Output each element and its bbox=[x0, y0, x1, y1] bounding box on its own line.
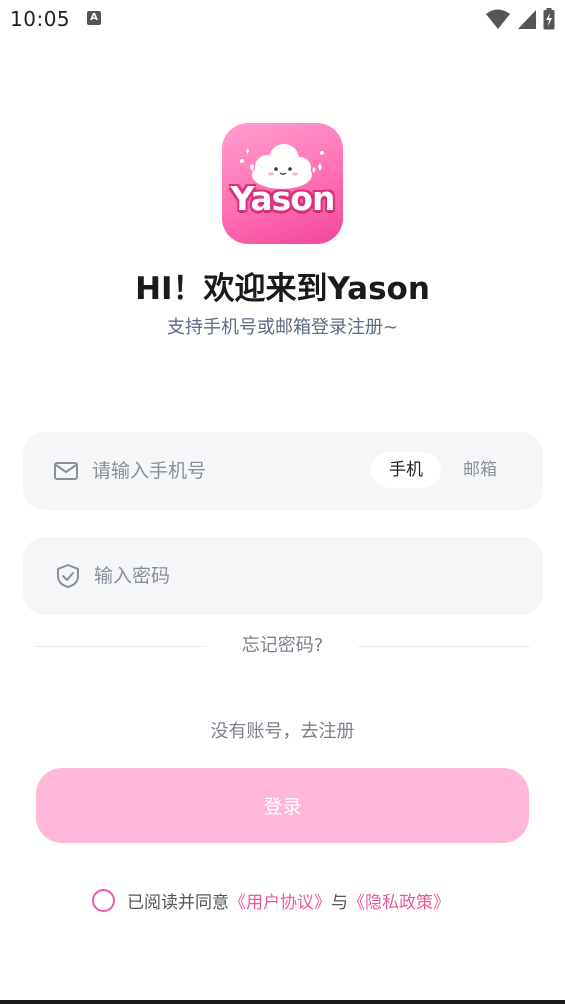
forgot-password-link[interactable]: 忘记密码? bbox=[35, 632, 530, 660]
notification-icon: A bbox=[87, 11, 101, 25]
status-icons bbox=[485, 8, 555, 30]
phone-input[interactable] bbox=[92, 452, 362, 490]
shield-check-icon bbox=[57, 564, 79, 588]
toggle-phone[interactable]: 手机 bbox=[371, 452, 441, 488]
status-bar: 10:05 A bbox=[0, 0, 565, 38]
logo-text: Yason bbox=[230, 179, 336, 218]
forgot-row: 忘记密码? bbox=[35, 632, 530, 660]
privacy-policy-link[interactable]: 《隐私政策》 bbox=[348, 888, 450, 913]
status-time: 10:05 bbox=[10, 7, 71, 31]
signal-icon bbox=[518, 10, 536, 29]
agreement-checkbox[interactable] bbox=[92, 888, 115, 912]
battery-icon bbox=[543, 8, 555, 30]
password-input[interactable] bbox=[94, 557, 494, 595]
bottom-edge bbox=[0, 1000, 565, 1004]
page-title: HI！欢迎来到Yason bbox=[135, 271, 430, 307]
app-logo: Yason bbox=[222, 123, 343, 244]
login-type-toggle: 手机 邮箱 bbox=[371, 452, 515, 488]
mail-icon bbox=[54, 462, 78, 480]
user-agreement-link[interactable]: 《用户协议》 bbox=[229, 888, 331, 913]
password-field bbox=[23, 537, 543, 615]
page-subtitle: 支持手机号或邮箱登录注册~ bbox=[166, 317, 399, 338]
wifi-icon bbox=[486, 9, 510, 29]
toggle-email[interactable]: 邮箱 bbox=[445, 452, 515, 488]
agreement-prefix: 已阅读并同意 bbox=[127, 892, 229, 913]
phone-field: 手机 邮箱 bbox=[23, 432, 543, 510]
login-button[interactable]: 登录 bbox=[36, 768, 529, 843]
register-link[interactable]: 没有账号，去注册 bbox=[0, 717, 565, 743]
agreement-row: 已阅读并同意 《用户协议》 与 《隐私政策》 bbox=[92, 887, 450, 913]
agreement-connector: 与 bbox=[331, 892, 348, 913]
